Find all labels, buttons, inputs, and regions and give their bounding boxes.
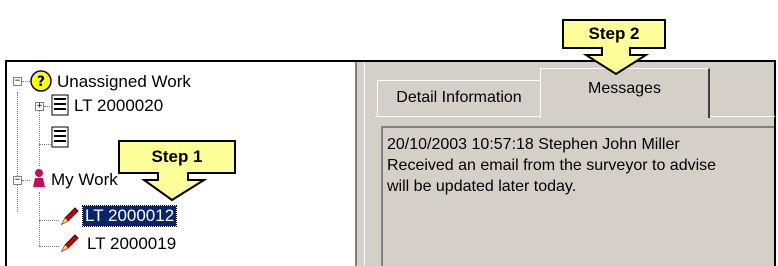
tree-connector — [17, 92, 18, 212]
tree-node-lt2000020[interactable]: LT 2000020 — [72, 96, 165, 116]
pencil-icon — [60, 207, 79, 226]
expand-lt2000020-toggle[interactable]: + — [35, 102, 44, 111]
step-2-arrow-icon — [582, 47, 650, 76]
tree-node-lt2000012[interactable]: LT 2000012 — [81, 205, 178, 227]
tree-connector — [39, 220, 59, 221]
message-body-line: will be updated later today. — [387, 178, 577, 195]
step-2-callout: Step 2 — [562, 19, 666, 49]
tree-connector — [22, 180, 30, 181]
help-question-icon: ? — [30, 70, 52, 92]
document-icon — [51, 126, 69, 148]
svg-text:?: ? — [37, 74, 45, 90]
message-body-line: Received an email from the surveyor to a… — [387, 157, 717, 174]
user-icon — [33, 169, 45, 187]
tree-node-unassigned-work[interactable]: Unassigned Work — [55, 72, 193, 92]
message-text-area[interactable]: 20/10/2003 10:57:18 Stephen John Miller … — [381, 126, 774, 266]
tab-detail-information[interactable]: Detail Information — [377, 80, 542, 116]
document-icon — [51, 94, 69, 116]
tree-connector — [44, 106, 50, 107]
tree-connector — [39, 192, 40, 246]
tree-node-lt2000019[interactable]: LT 2000019 — [85, 234, 178, 254]
pane-splitter[interactable] — [357, 62, 365, 266]
tree-connector — [39, 246, 59, 247]
collapse-unassigned-toggle[interactable]: − — [13, 77, 22, 86]
collapse-my-work-toggle[interactable]: − — [13, 176, 22, 185]
tree-connector — [39, 110, 40, 166]
tree-node-my-work[interactable]: My Work — [49, 170, 120, 190]
step-1-arrow-icon — [140, 172, 208, 202]
tree-connector — [22, 81, 30, 82]
message-header: 20/10/2003 10:57:18 Stephen John Miller — [387, 136, 680, 153]
pencil-icon — [60, 234, 79, 253]
detail-tabs-area: Detail Information Messages 20/10/2003 1… — [365, 62, 775, 266]
step-1-callout: Step 1 — [118, 140, 236, 174]
